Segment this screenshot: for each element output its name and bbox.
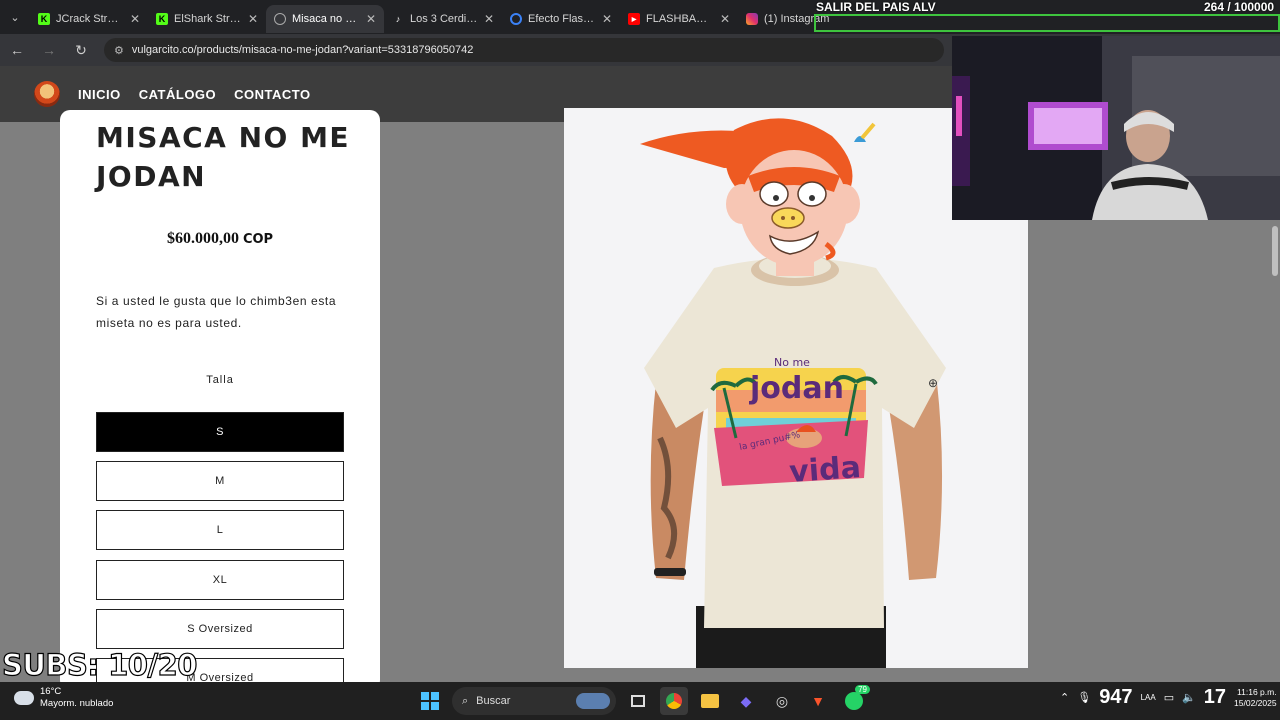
product-description: Si a usted le gusta que lo chimb3en esta… (96, 294, 337, 330)
clock-time: 11:16 p.m. (1237, 686, 1277, 697)
goal-counter: 264 / 100000 (1204, 0, 1275, 14)
tab-los-3-cerditos[interactable]: ♪ Los 3 Cerditos ✕ (384, 5, 502, 33)
overlay-number-947: 947 (1099, 686, 1133, 708)
chrome-icon[interactable] (660, 687, 688, 715)
volume-icon[interactable]: 🔈 (1182, 691, 1196, 704)
size-option-m[interactable]: M (96, 461, 344, 501)
back-arrow-icon[interactable]: ← (8, 42, 26, 58)
overlay-number-17: 17 (1203, 686, 1227, 708)
youtube-icon: ▶ (628, 13, 640, 25)
size-option-s-oversized[interactable]: S Oversized (96, 609, 344, 649)
tab-title: Misaca no me (292, 13, 360, 25)
weather-temp: 16°C (40, 686, 62, 697)
tab-jcrack[interactable]: K JCrack Stream ✕ (30, 5, 148, 33)
app-diamond-icon[interactable]: ◆ (732, 687, 760, 715)
taskbar-search[interactable]: ⌕ Buscar (452, 687, 616, 715)
windows-start-icon[interactable] (416, 687, 444, 715)
webcam-feed (952, 36, 1280, 220)
brave-icon[interactable]: ▼ (804, 687, 832, 715)
close-icon[interactable]: ✕ (130, 12, 140, 26)
size-option-s[interactable]: S (96, 412, 344, 452)
weather-widget[interactable]: 16°C Mayorm. nublado (14, 686, 113, 710)
cloud-icon (14, 691, 34, 705)
price-amount: $60.000,00 (166, 230, 239, 247)
print-jodan: jodan (749, 371, 844, 406)
close-icon[interactable]: ✕ (720, 12, 730, 26)
vulgarcito-logo[interactable] (34, 81, 60, 107)
whatsapp-icon[interactable]: 79 (840, 685, 870, 715)
product-price: $60.000,00 COP (60, 230, 380, 248)
chevron-up-icon[interactable]: ⌃ (1060, 691, 1069, 704)
product-title: MISACA NO ME JODAN (96, 121, 351, 193)
taskbar: 16°C Mayorm. nublado ⌕ Buscar ◆ ◎ ▼ 79 ⌃… (0, 682, 1280, 720)
webcam-overlay (952, 36, 1280, 220)
goal-progress-bar (814, 14, 1280, 32)
url-field[interactable]: ⚙ vulgarcito.co/products/misaca-no-me-jo… (104, 38, 944, 62)
zoom-cursor-icon: ⊕ (928, 376, 939, 390)
tab-efecto-flashback[interactable]: Efecto Flashba ✕ (502, 5, 620, 33)
task-view-icon[interactable] (624, 687, 652, 715)
whatsapp-badge: 79 (855, 685, 870, 694)
search-highlight-icon (576, 693, 610, 709)
page-scrollbar-track[interactable] (1270, 216, 1280, 682)
tab-title: ElShark Stream (174, 13, 242, 25)
microphone-icon[interactable]: 🎙 (1077, 691, 1091, 704)
tab-title: FLASHBACK | (646, 13, 714, 25)
url-text: vulgarcito.co/products/misaca-no-me-joda… (131, 44, 474, 56)
file-explorer-icon[interactable] (696, 687, 724, 715)
search-placeholder: Buscar (476, 695, 511, 707)
nav-inicio[interactable]: INICIO (78, 87, 121, 102)
forward-arrow-icon[interactable]: → (40, 42, 58, 58)
lang-indicator[interactable]: LAA (1141, 693, 1156, 702)
weather-desc: Mayorm. nublado (40, 698, 114, 709)
tab-misaca[interactable]: Misaca no me ✕ (266, 5, 384, 33)
tab-title: Los 3 Cerditos (410, 13, 478, 25)
print-no-me: No me (774, 356, 810, 369)
network-icon[interactable]: ▭ (1164, 691, 1174, 704)
globe-icon (274, 13, 286, 25)
instagram-icon (746, 13, 758, 25)
size-label: Talla (206, 374, 234, 386)
site-info-icon[interactable]: ⚙ (114, 44, 124, 57)
close-icon[interactable]: ✕ (602, 12, 612, 26)
taskbar-apps: ⌕ Buscar ◆ ◎ ▼ 79 (416, 685, 870, 715)
tab-title: JCrack Stream (56, 13, 124, 25)
close-icon[interactable]: ✕ (366, 12, 376, 26)
goal-title: SALIR DEL PAIS ALV (816, 0, 936, 14)
price-currency: COP (242, 232, 274, 247)
clock[interactable]: 11:16 p.m. 15/02/2025 (1234, 687, 1277, 709)
subs-counter: SUBS: 10/20 (1, 647, 198, 682)
nav-catalogo[interactable]: CATÁLOGO (139, 87, 216, 102)
product-info-card: MISACA NO ME JODAN $60.000,00 COP Si a u… (60, 110, 380, 682)
obs-icon[interactable]: ◎ (768, 687, 796, 715)
nav-contacto[interactable]: CONTACTO (234, 87, 310, 102)
tab-search-chevron-icon[interactable]: ⌄ (0, 0, 30, 34)
kick-icon: K (38, 13, 50, 25)
tab-title: Efecto Flashba (528, 13, 596, 25)
clock-date: 15/02/2025 (1234, 697, 1277, 708)
close-icon[interactable]: ✕ (248, 12, 258, 26)
print-vida: vida (788, 450, 862, 490)
reload-icon[interactable]: ↻ (72, 42, 90, 59)
page-scrollbar-thumb[interactable] (1272, 226, 1278, 276)
tab-elshark[interactable]: K ElShark Stream ✕ (148, 5, 266, 33)
tab-flashback-youtube[interactable]: ▶ FLASHBACK | ✕ (620, 5, 738, 33)
close-icon[interactable]: ✕ (484, 12, 494, 26)
size-option-l[interactable]: L (96, 510, 344, 550)
size-option-xl[interactable]: XL (96, 560, 344, 600)
edge-icon (510, 13, 522, 25)
kick-icon: K (156, 13, 168, 25)
tiktok-icon: ♪ (395, 14, 401, 24)
search-icon: ⌕ (462, 694, 469, 707)
system-tray: ⌃ 🎙 947 LAA ▭ 🔈 17 11:16 p.m. 15/02/2025… (1060, 686, 1280, 709)
